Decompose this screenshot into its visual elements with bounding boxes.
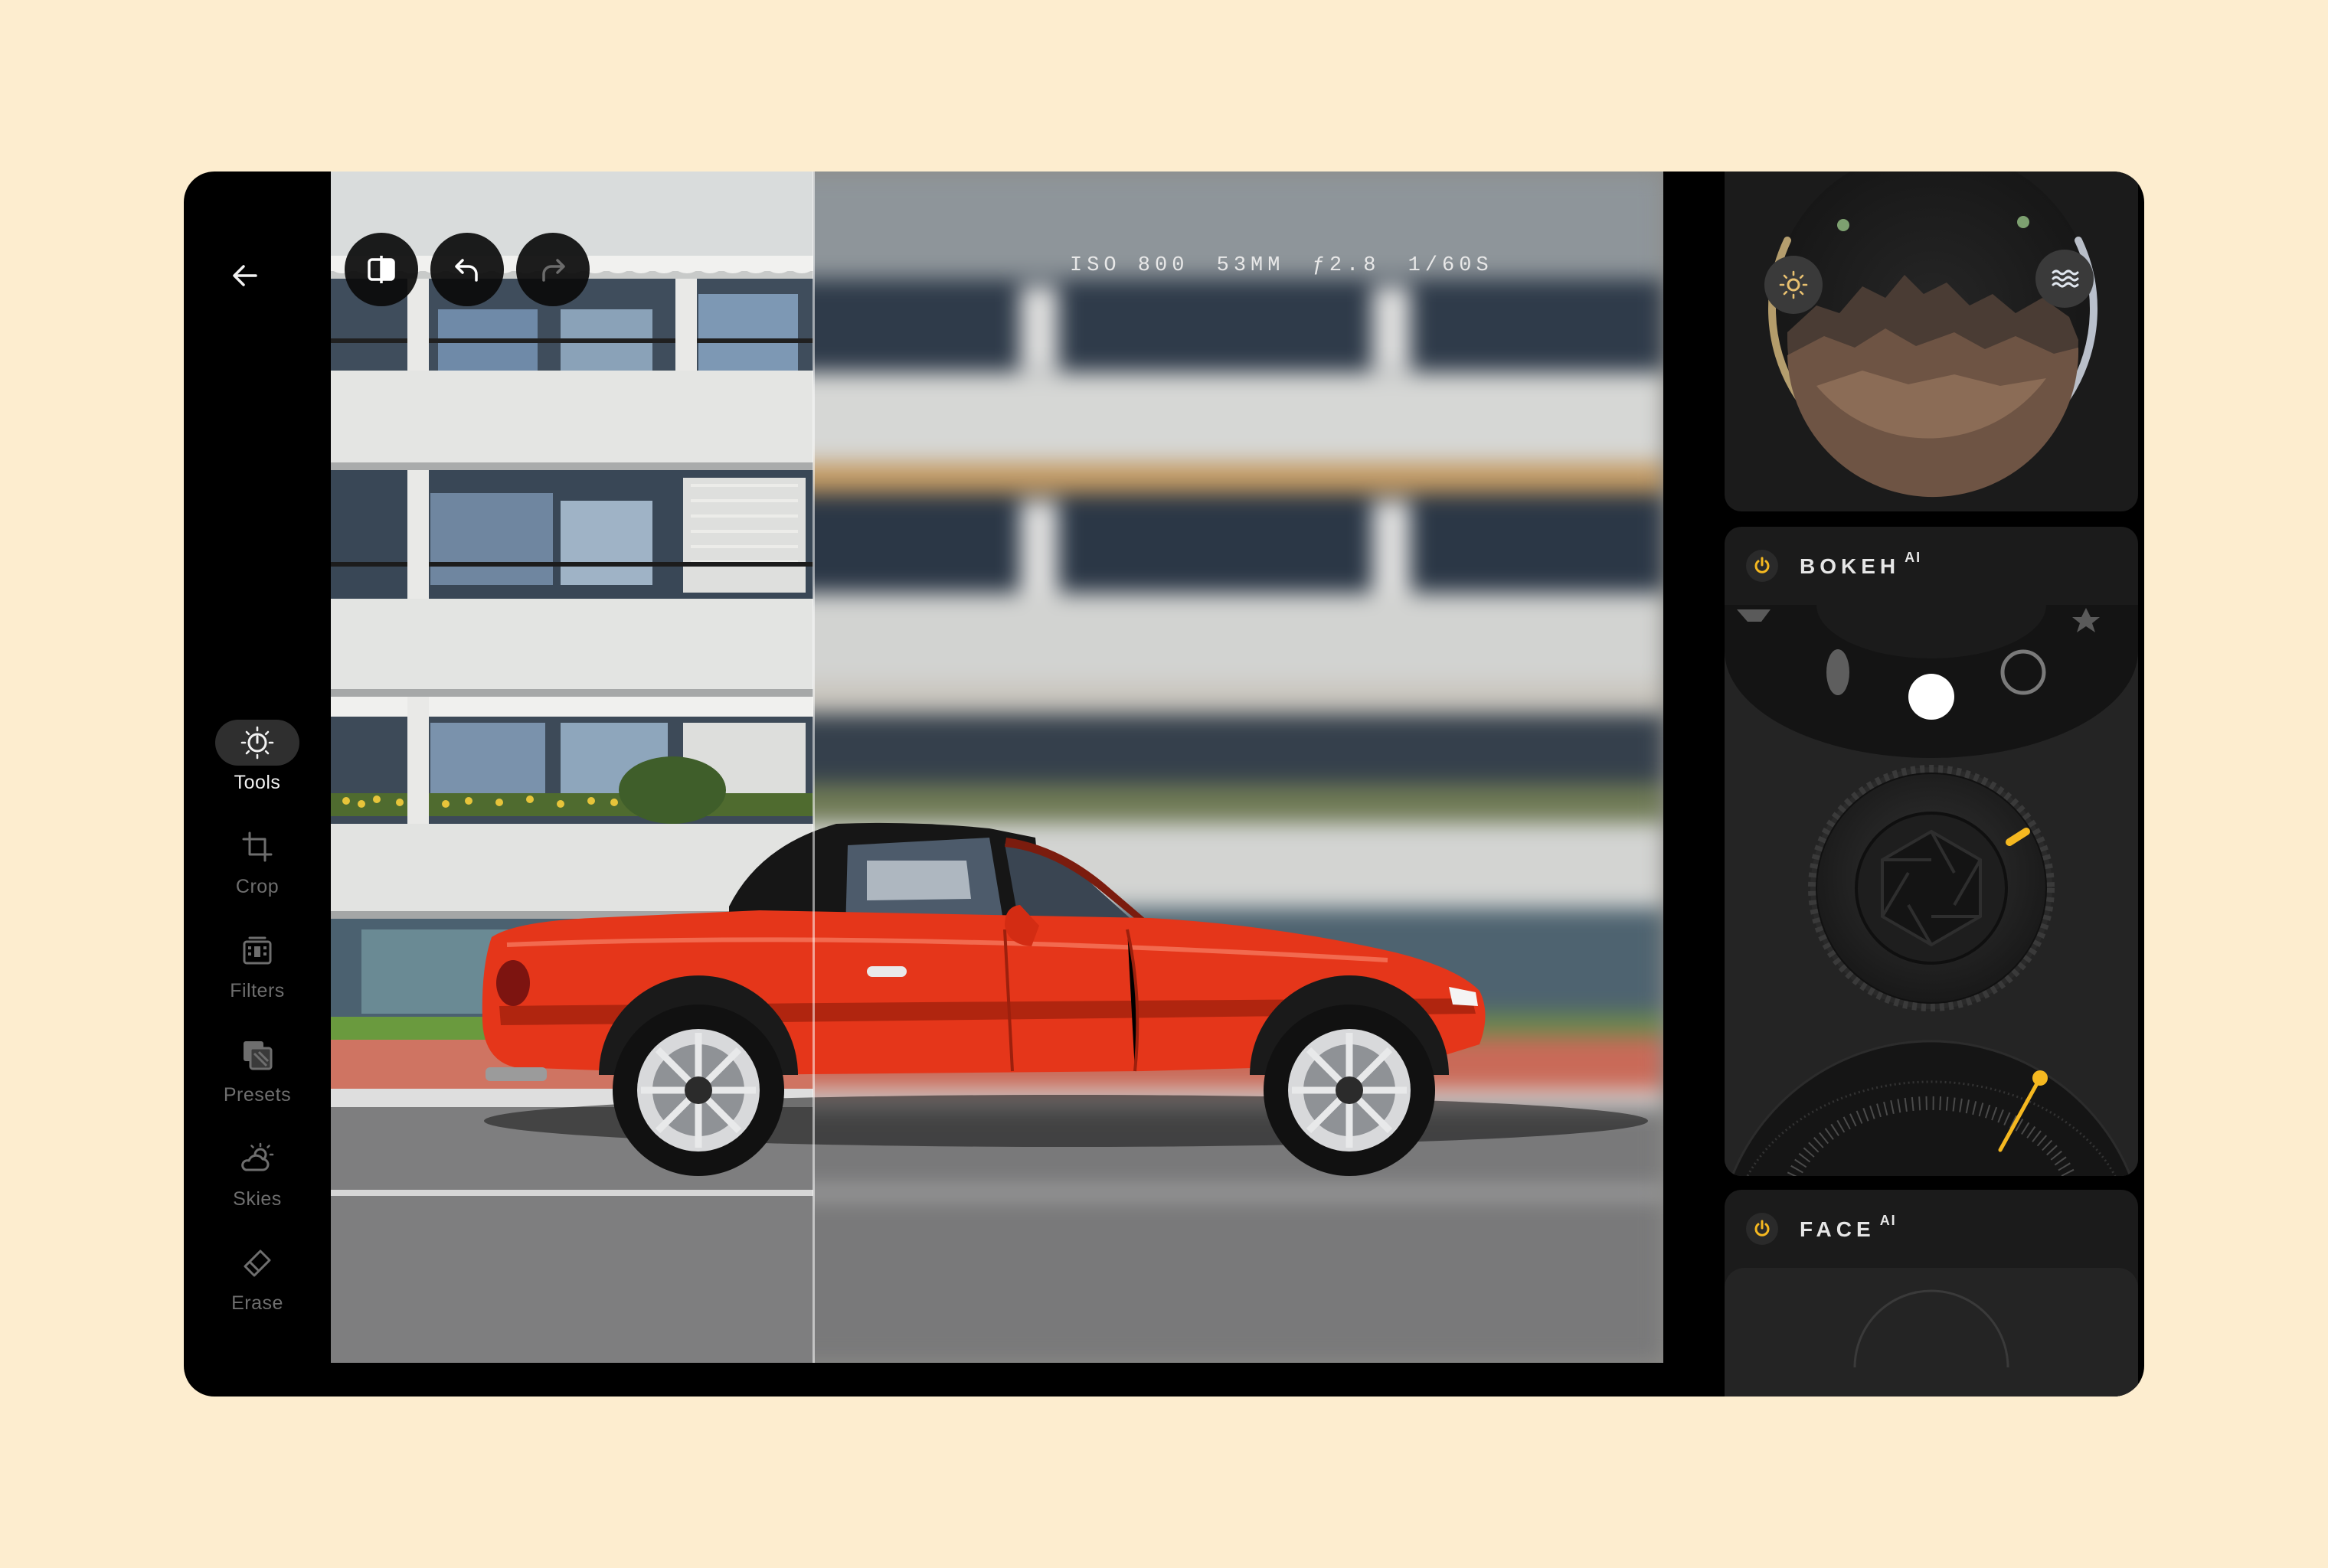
face-card: FACE AI (1725, 1190, 2138, 1396)
editor-window: Tools Crop Filters Presets Skies Erase I… (184, 172, 2144, 1396)
presets-icon (215, 1032, 299, 1078)
undo-button[interactable] (430, 233, 504, 306)
power-icon (1754, 557, 1770, 573)
rail-label-tools: Tools (234, 772, 281, 793)
undo-icon (455, 259, 478, 282)
tools-dial-icon (215, 720, 299, 766)
rail-label-presets: Presets (223, 1084, 292, 1106)
rail-item-filters[interactable]: Filters (184, 928, 331, 1012)
bokeh-title-text: BOKEH (1800, 554, 1901, 578)
face-controls (1725, 1268, 2138, 1396)
adjustments-panel: BOKEH AI FACE AI (1694, 172, 2144, 1396)
rail-label-skies: Skies (233, 1188, 282, 1210)
light-dial-graphic[interactable] (1725, 172, 2138, 511)
exif-readout: ISO 800 53MM ƒ2.8 1/60S (1070, 254, 1504, 277)
crop-icon (215, 824, 299, 870)
face-controls-graphic (1853, 1289, 2009, 1368)
bokeh-header: BOKEH AI (1725, 527, 2138, 605)
rail-item-crop[interactable]: Crop (184, 824, 331, 908)
car-subject (482, 822, 1648, 1176)
rear-wheel (613, 1004, 784, 1176)
rail-label-erase: Erase (231, 1292, 283, 1314)
rail-item-presets[interactable]: Presets (184, 1032, 331, 1116)
face-header: FACE AI (1725, 1190, 2138, 1268)
face-title: FACE AI (1800, 1213, 1897, 1242)
bokeh-card: BOKEH AI (1725, 527, 2138, 1176)
power-icon (1754, 1220, 1770, 1236)
exif-shutter: 1/60S (1408, 254, 1493, 277)
rail-label-filters: Filters (230, 980, 285, 1001)
photo-canvas[interactable]: ISO 800 53MM ƒ2.8 1/60S (331, 172, 1663, 1363)
front-wheel (1264, 1004, 1435, 1176)
rail-item-skies[interactable]: Skies (184, 1136, 331, 1220)
sun-cloud-icon (215, 1136, 299, 1182)
exif-iso: ISO 800 (1070, 254, 1189, 277)
bokeh-ai-badge: AI (1905, 550, 1922, 565)
compare-button[interactable] (345, 233, 418, 306)
filters-icon (215, 928, 299, 974)
light-dial-card (1725, 172, 2138, 511)
compare-split-handle[interactable] (813, 172, 815, 1363)
exif-aperture: ƒ2.8 (1312, 254, 1381, 277)
blur-strength-gauge (1731, 1040, 2132, 1176)
rail-item-tools[interactable]: Tools (184, 720, 331, 804)
redo-button[interactable] (516, 233, 590, 306)
redo-icon (542, 259, 565, 282)
waves-icon (2052, 270, 2079, 288)
eraser-icon (215, 1240, 299, 1286)
bokeh-controls-graphic (1725, 605, 2138, 1176)
light-waves-button[interactable] (2035, 250, 2094, 308)
rail-item-erase[interactable]: Erase (184, 1240, 331, 1325)
bokeh-title: BOKEH AI (1800, 550, 1921, 579)
bokeh-power-toggle[interactable] (1746, 550, 1778, 582)
face-title-text: FACE (1800, 1217, 1875, 1241)
aperture-knob (1808, 765, 2055, 1011)
face-ai-badge: AI (1879, 1213, 1897, 1228)
face-power-toggle[interactable] (1746, 1213, 1778, 1245)
light-sun-button[interactable] (1764, 256, 1823, 314)
arrow-left-icon (233, 265, 257, 286)
rail-label-crop: Crop (235, 876, 280, 897)
back-button[interactable] (214, 245, 276, 306)
bokeh-controls (1725, 605, 2138, 1176)
sun-icon (1779, 270, 1808, 299)
exif-focal-length: 53MM (1216, 254, 1285, 277)
compare-split-icon (368, 256, 395, 283)
